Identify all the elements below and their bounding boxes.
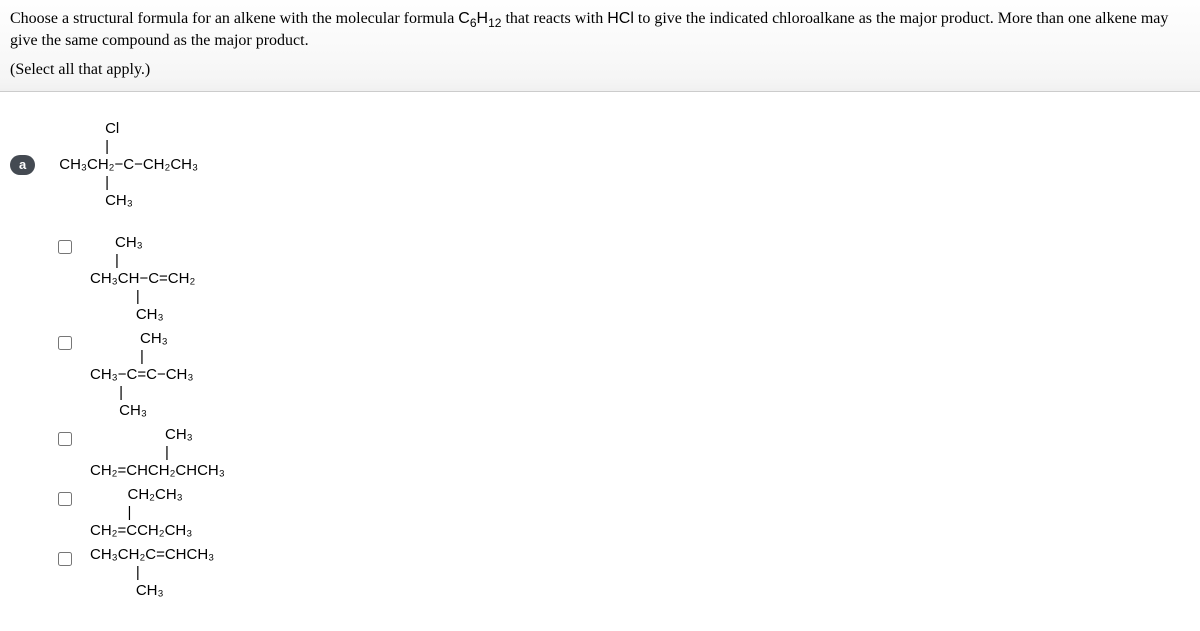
option-2: CH₃ | CH₃−C=C−CH₃ | CH₃ [58,330,1190,420]
o2l4: CH₃ [90,402,147,419]
option-3: CH₃ | CH₂=CHCH₂CHCH₃ [58,426,1190,480]
formula-h: H [477,10,489,27]
option-1-checkbox[interactable] [58,240,72,254]
option-5: CH₃CH₂C=CHCH₃ | CH₃ [58,546,1190,600]
o3l0: CH₃ [90,426,193,443]
o2l1: | [90,348,144,365]
option-2-checkbox[interactable] [58,336,72,350]
product-structure: Cl | CH₃CH₂−C−CH₂CH₃ | CH₃ [59,120,198,210]
formula-sub2: 12 [488,16,501,30]
select-all-text: (Select all that apply.) [10,61,1190,79]
o2l2: CH₃−C=C−CH₃ [90,366,194,383]
o1l0: CH₃ [90,234,143,251]
option-2-structure: CH₃ | CH₃−C=C−CH₃ | CH₃ [90,330,194,420]
option-5-structure: CH₃CH₂C=CHCH₃ | CH₃ [90,546,214,600]
o2l3: | [90,384,123,401]
o4l1: | [90,504,131,521]
o4l2: CH₂=CCH₂CH₃ [90,522,192,539]
product-l5: CH₃ [59,192,133,209]
formula-c: C [458,10,470,27]
q-part-mid: that reacts with [501,10,607,27]
o1l1: | [90,252,119,269]
o5l2: CH₃ [90,582,164,599]
o2l0: CH₃ [90,330,168,347]
o3l1: | [90,444,169,461]
q-part-1: Choose a structural formula for an alken… [10,10,458,27]
option-4-structure: CH₂CH₃ | CH₂=CCH₂CH₃ [90,486,192,540]
product-l3: CH₃CH₂−C−CH₂CH₃ [59,156,198,173]
formula-sub1: 6 [470,16,477,30]
content: a Cl | CH₃CH₂−C−CH₂CH₃ | CH₃ CH₃ | CH₃CH… [0,92,1200,616]
option-3-structure: CH₃ | CH₂=CHCH₂CHCH₃ [90,426,225,480]
o1l3: | [90,288,140,305]
reagent: HCl [607,10,634,27]
option-1: CH₃ | CH₃CH−C=CH₂ | CH₃ [58,234,1190,324]
product-l2: | [59,138,109,155]
o3l2: CH₂=CHCH₂CHCH₃ [90,462,225,479]
option-1-structure: CH₃ | CH₃CH−C=CH₂ | CH₃ [90,234,195,324]
badge-a: a [10,155,35,175]
option-4-checkbox[interactable] [58,492,72,506]
o1l4: CH₃ [90,306,164,323]
question-text: Choose a structural formula for an alken… [10,8,1190,53]
question-header: Choose a structural formula for an alken… [0,0,1200,92]
product-block: a Cl | CH₃CH₂−C−CH₂CH₃ | CH₃ [10,120,1190,210]
product-l1: Cl [59,120,119,137]
option-3-checkbox[interactable] [58,432,72,446]
o4l0: CH₂CH₃ [90,486,183,503]
product-l4: | [59,174,109,191]
option-5-checkbox[interactable] [58,552,72,566]
o1l2: CH₃CH−C=CH₂ [90,270,195,287]
o5l1: | [90,564,140,581]
option-4: CH₂CH₃ | CH₂=CCH₂CH₃ [58,486,1190,540]
o5l0: CH₃CH₂C=CHCH₃ [90,546,214,563]
